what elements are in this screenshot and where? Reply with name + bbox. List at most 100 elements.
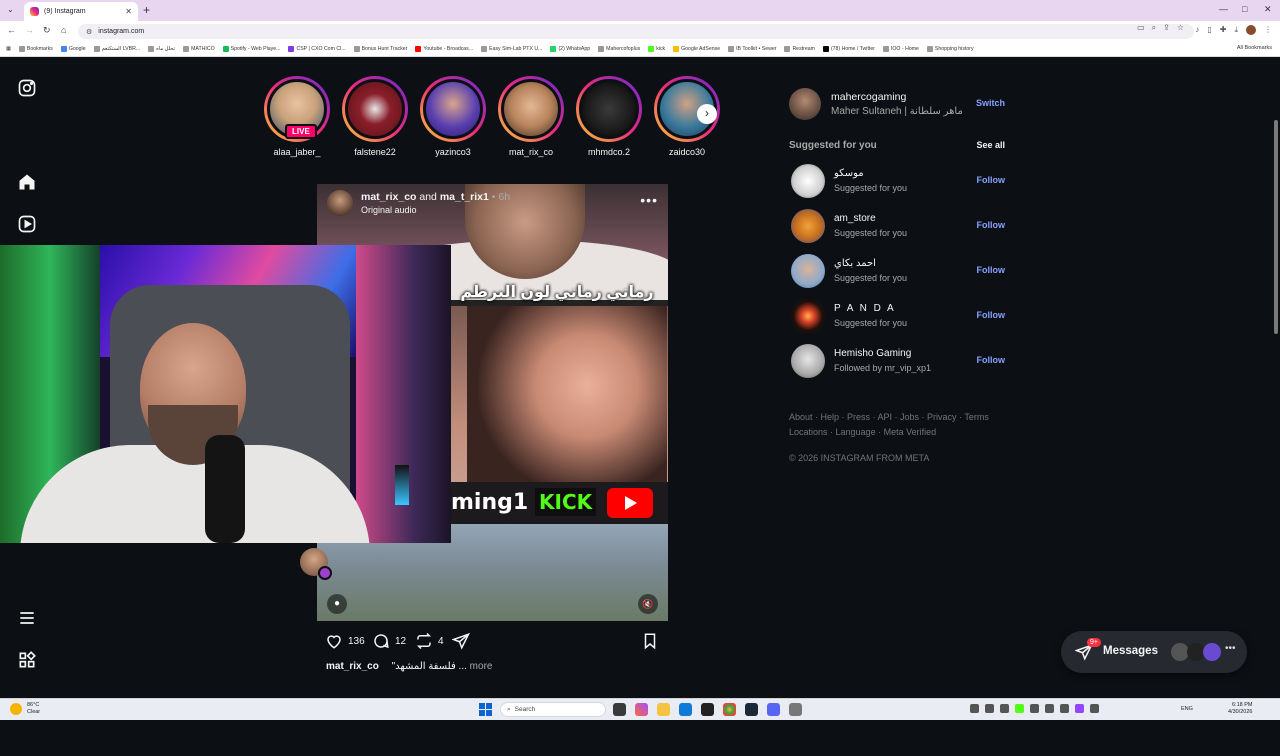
follow-button[interactable]: Follow bbox=[977, 355, 1006, 365]
tray-icon[interactable] bbox=[1015, 704, 1024, 713]
save-button[interactable] bbox=[641, 632, 659, 650]
comment-button[interactable]: 12 bbox=[372, 632, 406, 650]
tray-icon[interactable] bbox=[1045, 704, 1054, 713]
apps-icon[interactable]: ▦ bbox=[6, 46, 11, 52]
browser-menu-icon[interactable]: ⋮ bbox=[1264, 25, 1272, 35]
post-author-1[interactable]: mat_rix_co bbox=[361, 191, 416, 203]
forward-icon[interactable]: → bbox=[25, 25, 34, 35]
post-more-options-icon[interactable]: ••• bbox=[640, 192, 658, 208]
story-item[interactable]: falstene22 bbox=[341, 76, 409, 157]
share-icon[interactable]: ⇪ bbox=[1163, 23, 1170, 33]
caption-username[interactable]: mat_rix_co bbox=[326, 661, 379, 672]
footer-links-line2[interactable]: Locations · Language · Meta Verified bbox=[789, 425, 989, 440]
suggested-avatar[interactable] bbox=[791, 344, 825, 378]
follow-button[interactable]: Follow bbox=[977, 175, 1006, 185]
reload-icon[interactable]: ↻ bbox=[43, 25, 51, 36]
close-tab-icon[interactable]: ✕ bbox=[125, 7, 132, 16]
suggested-avatar[interactable] bbox=[791, 299, 825, 333]
switch-account-button[interactable]: Switch bbox=[976, 98, 1005, 108]
bookmark-item[interactable]: الستكتعم LVBR... bbox=[93, 46, 140, 52]
url-field[interactable]: ⚙ instagram.com bbox=[78, 24, 1194, 39]
tray-icon[interactable] bbox=[1090, 704, 1099, 713]
bookmark-item[interactable]: Spotify - Web Playe... bbox=[222, 46, 280, 52]
extensions-icon[interactable]: ✚ bbox=[1220, 25, 1227, 35]
language-indicator[interactable]: ENG bbox=[1181, 706, 1193, 712]
current-account-username[interactable]: mahercogaming bbox=[831, 91, 906, 103]
story-item[interactable]: mat_rix_co bbox=[497, 76, 565, 157]
zoom-icon[interactable]: ⌕ bbox=[1152, 23, 1156, 33]
steam-icon[interactable] bbox=[745, 703, 758, 716]
tray-icon[interactable] bbox=[1075, 704, 1084, 713]
stories-next-chevron-icon[interactable]: › bbox=[697, 104, 717, 124]
task-view-icon[interactable] bbox=[613, 703, 626, 716]
suggested-avatar[interactable] bbox=[791, 254, 825, 288]
story-item[interactable]: mhmdco.2 bbox=[575, 76, 643, 157]
bookmark-item[interactable]: (2) WhatsApp bbox=[550, 46, 590, 52]
share-button[interactable] bbox=[452, 632, 470, 650]
suggested-username[interactable]: am_store bbox=[834, 213, 876, 224]
also-from-meta-icon[interactable] bbox=[17, 650, 37, 670]
tray-icon[interactable] bbox=[985, 704, 994, 713]
site-info-icon[interactable]: ⚙ bbox=[86, 28, 92, 36]
bookmark-item[interactable]: تحلل ماه bbox=[148, 46, 175, 52]
new-tab-button[interactable]: + bbox=[143, 3, 150, 17]
tagged-users-icon[interactable]: ● bbox=[327, 594, 347, 614]
bookmark-item[interactable]: Bonus Hunt Tracker bbox=[353, 46, 407, 52]
install-app-icon[interactable]: ▭ bbox=[1137, 23, 1145, 33]
footer-links-line1[interactable]: About · Help · Press · API · Jobs · Priv… bbox=[789, 410, 989, 425]
profile-avatar[interactable] bbox=[1246, 25, 1256, 35]
page-scrollbar[interactable] bbox=[1272, 116, 1280, 756]
all-bookmarks-link[interactable]: All Bookmarks bbox=[1237, 45, 1272, 51]
suggested-username[interactable]: P A N D A bbox=[834, 303, 896, 314]
repost-button[interactable]: 4 bbox=[415, 632, 444, 650]
edge-icon[interactable] bbox=[679, 703, 692, 716]
story-item[interactable]: yazinco3 bbox=[419, 76, 487, 157]
bookmark-star-icon[interactable]: ☆ bbox=[1177, 23, 1184, 33]
bookmark-item[interactable]: Shopping history bbox=[926, 46, 974, 52]
messages-button[interactable]: 9+ Messages ••• bbox=[1061, 631, 1247, 673]
suggested-avatar[interactable] bbox=[791, 164, 825, 198]
app-icon[interactable] bbox=[701, 703, 714, 716]
suggested-avatar[interactable] bbox=[791, 209, 825, 243]
follow-button[interactable]: Follow bbox=[977, 265, 1006, 275]
close-window-icon[interactable]: ✕ bbox=[1264, 4, 1272, 15]
tray-icon[interactable] bbox=[1060, 704, 1069, 713]
tab-search-icon[interactable]: ⌄ bbox=[7, 5, 14, 14]
bookmark-item[interactable]: CSP | CXO Com Cl... bbox=[288, 46, 346, 52]
bookmark-item[interactable]: IB Toolkit • Sewer bbox=[728, 46, 776, 52]
bookmark-item[interactable]: Bookmarks bbox=[18, 46, 53, 52]
bookmark-item[interactable]: Google bbox=[60, 46, 86, 52]
bookmark-item[interactable]: Mahercofoplus bbox=[598, 46, 640, 52]
bookmark-item[interactable]: IOO - Home bbox=[882, 46, 919, 52]
follow-button[interactable]: Follow bbox=[977, 310, 1006, 320]
downloads-icon[interactable]: ⤓ bbox=[1234, 25, 1238, 35]
browser-tab-instagram[interactable]: (9) Instagram ✕ bbox=[24, 2, 138, 21]
tray-icon[interactable] bbox=[970, 704, 979, 713]
see-all-link[interactable]: See all bbox=[976, 140, 1005, 150]
copilot-icon[interactable] bbox=[635, 703, 648, 716]
current-account-avatar[interactable] bbox=[789, 88, 821, 120]
taskbar-clock[interactable]: 6:18 PM 4/30/2026 bbox=[1228, 702, 1252, 716]
windows-start-icon[interactable] bbox=[479, 703, 492, 716]
follow-button[interactable]: Follow bbox=[977, 220, 1006, 230]
weather-widget[interactable]: 86°C Clear bbox=[10, 702, 40, 716]
home-icon[interactable]: ⌂ bbox=[61, 25, 66, 35]
collab-avatar[interactable] bbox=[300, 548, 332, 580]
tray-icon[interactable] bbox=[1000, 704, 1009, 713]
scrollbar-thumb[interactable] bbox=[1274, 120, 1278, 334]
post-audio[interactable]: Original audio bbox=[361, 205, 417, 215]
post-author-2[interactable]: ma_t_rix1 bbox=[440, 191, 489, 203]
back-icon[interactable]: ← bbox=[7, 25, 16, 35]
settings-icon[interactable] bbox=[789, 703, 802, 716]
home-nav-icon[interactable] bbox=[17, 172, 37, 192]
caption-more-link[interactable]: more bbox=[470, 661, 493, 672]
suggested-username[interactable]: احمد بكاي bbox=[834, 258, 876, 269]
bookmark-item[interactable]: Restream bbox=[784, 46, 815, 52]
sidebar-icon[interactable]: ▯ bbox=[1207, 25, 1211, 35]
story-item[interactable]: LIVE alaa_jaber_ bbox=[263, 76, 331, 157]
discord-icon[interactable] bbox=[767, 703, 780, 716]
maximize-icon[interactable]: □ bbox=[1242, 4, 1247, 14]
bookmark-item[interactable]: Youtube - Broadcas... bbox=[415, 46, 473, 52]
bookmark-item[interactable]: Google AdSense bbox=[673, 46, 720, 52]
more-menu-icon[interactable] bbox=[17, 608, 37, 628]
